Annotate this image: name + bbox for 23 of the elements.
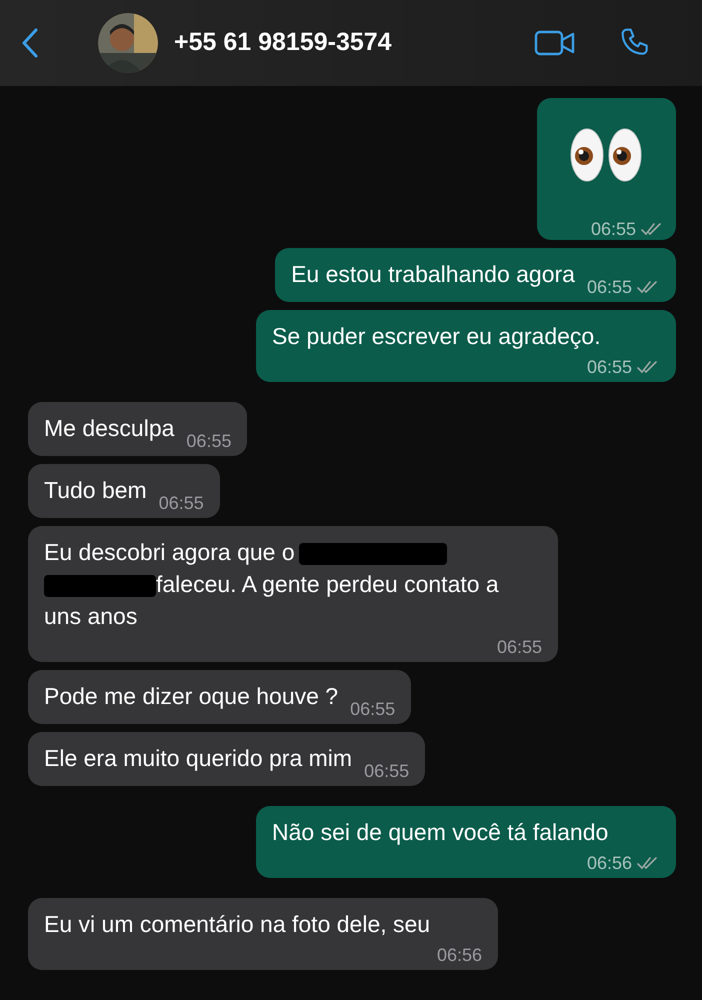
message-time: 06:55 [186, 432, 232, 450]
message-text: Eu vi um comentário na foto dele, seu [44, 910, 430, 939]
message-text: Pode me dizer oque houve ? [44, 682, 338, 711]
message-time: 06:55 [364, 762, 410, 780]
message-time: 06:56 [586, 854, 632, 872]
message-text: Não sei de quem você tá falando [272, 818, 608, 847]
message-text: Se puder escrever eu agradeço. [272, 322, 601, 351]
message-time: 06:55 [350, 700, 396, 718]
contact-name[interactable]: +55 61 98159-3574 [174, 24, 392, 62]
message-time: 06:55 [496, 638, 542, 656]
message-text: Eu descobri agora que o faleceu. A gente perdeu contato a uns anos [44, 538, 500, 631]
message-time: 06:55 [590, 220, 636, 238]
message-text: Ele era muito querido pra mim [44, 744, 352, 773]
message-text: Tudo bem [44, 476, 147, 505]
message-text: Eu estou trabalhando agora [291, 260, 575, 289]
message-time: 06:55 [586, 278, 632, 296]
back-icon[interactable] [20, 27, 40, 59]
message-time: 06:55 [158, 494, 204, 512]
eyes-icon [568, 126, 644, 184]
message-time: 06:56 [436, 946, 482, 964]
video-camera-icon[interactable] [534, 29, 576, 57]
message-time: 06:55 [586, 358, 632, 376]
message-text: Me desculpa [44, 414, 174, 443]
